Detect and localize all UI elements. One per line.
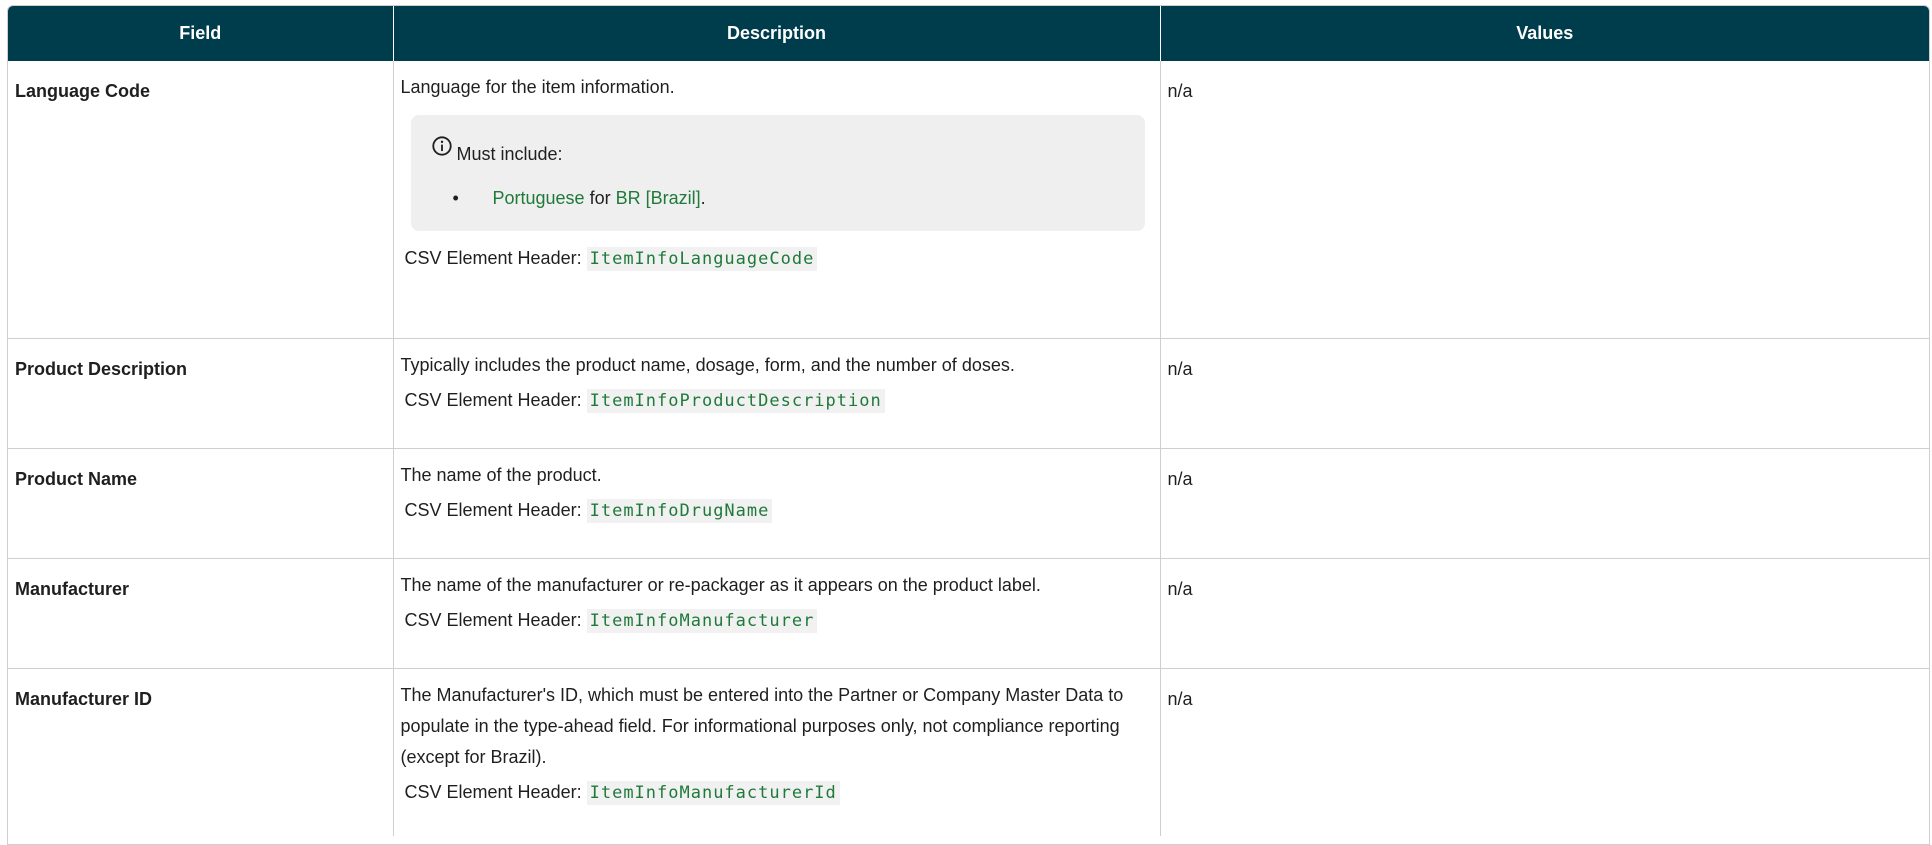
note-heading: Must include: (431, 136, 1125, 165)
values-cell: n/a (1160, 338, 1929, 449)
field-cell: Language Code (8, 61, 394, 339)
list-item-end: . (700, 188, 706, 208)
header-field: Field (8, 6, 394, 61)
field-cell: Manufacturer ID (8, 668, 394, 836)
description-text: The Manufacturer's ID, which must be ent… (400, 685, 1124, 767)
field-cell: Manufacturer (8, 558, 394, 669)
bullet-icon: • (452, 188, 459, 208)
description-cell: Language for the item information. Must … (393, 61, 1161, 339)
field-cell: Product Name (8, 448, 394, 559)
table-header-row: Field Description Values (8, 6, 1929, 61)
connector-text: for (589, 188, 611, 208)
values-cell: n/a (1160, 448, 1929, 559)
csv-element-header: CSV Element Header: ItemInfoProductDescr… (401, 385, 1153, 416)
description-text: The name of the product. (400, 465, 602, 485)
csv-element-header: CSV Element Header: ItemInfoDrugName (401, 495, 1153, 526)
csv-label: CSV Element Header: (404, 782, 582, 802)
csv-label: CSV Element Header: (404, 390, 582, 410)
table-row: Manufacturer The name of the manufacture… (8, 558, 1929, 669)
field-reference-table: Field Description Values Language Code L… (8, 6, 1929, 836)
values-text: n/a (1167, 579, 1193, 599)
csv-code: ItemInfoProductDescription (586, 389, 885, 413)
values-text: n/a (1167, 689, 1193, 709)
csv-code: ItemInfoManufacturerId (586, 781, 840, 805)
values-text: n/a (1167, 469, 1193, 489)
header-values: Values (1160, 6, 1929, 61)
csv-label: CSV Element Header: (404, 610, 582, 630)
values-text: n/a (1167, 81, 1193, 101)
values-cell: n/a (1160, 558, 1929, 669)
description-text: Language for the item information. (400, 77, 675, 97)
values-cell: n/a (1160, 61, 1929, 339)
description-cell: The name of the product. CSV Element Hea… (393, 448, 1161, 559)
field-name: Manufacturer (15, 579, 130, 599)
note-list: • Portuguese for BR [Brazil]. (431, 183, 1125, 213)
description-text: Typically includes the product name, dos… (400, 355, 1015, 375)
csv-code: ItemInfoManufacturer (586, 609, 818, 633)
values-cell: n/a (1160, 668, 1929, 836)
country-link[interactable]: BR [Brazil] (616, 188, 701, 208)
field-reference-table-container: Field Description Values Language Code L… (7, 5, 1930, 845)
note-heading-text: Must include: (456, 144, 563, 164)
field-name: Product Description (15, 359, 188, 379)
csv-element-header: CSV Element Header: ItemInfoManufacturer… (401, 777, 1153, 808)
csv-code: ItemInfoLanguageCode (586, 247, 818, 271)
description-text: The name of the manufacturer or re-packa… (400, 575, 1041, 595)
list-item: • Portuguese for BR [Brazil]. (431, 183, 1125, 213)
table-row: Language Code Language for the item info… (8, 61, 1929, 339)
header-description: Description (393, 6, 1161, 61)
table-row: Product Name The name of the product. CS… (8, 448, 1929, 559)
description-cell: The Manufacturer's ID, which must be ent… (393, 668, 1161, 836)
csv-element-header: CSV Element Header: ItemInfoLanguageCode (401, 243, 1153, 274)
field-cell: Product Description (8, 338, 394, 449)
table-row: Product Description Typically includes t… (8, 338, 1929, 449)
csv-code: ItemInfoDrugName (586, 499, 773, 523)
note-box: Must include: • Portuguese for BR [Brazi… (410, 115, 1145, 231)
field-name: Language Code (15, 81, 151, 101)
description-cell: The name of the manufacturer or re-packa… (393, 558, 1161, 669)
values-text: n/a (1167, 359, 1193, 379)
language-link[interactable]: Portuguese (493, 188, 585, 208)
csv-label: CSV Element Header: (404, 500, 582, 520)
description-cell: Typically includes the product name, dos… (393, 338, 1161, 449)
info-circle-icon (431, 136, 452, 156)
field-name: Product Name (15, 469, 138, 489)
field-name: Manufacturer ID (15, 689, 153, 709)
table-row: Manufacturer ID The Manufacturer's ID, w… (8, 668, 1929, 836)
csv-label: CSV Element Header: (404, 248, 582, 268)
csv-element-header: CSV Element Header: ItemInfoManufacturer (401, 605, 1153, 636)
